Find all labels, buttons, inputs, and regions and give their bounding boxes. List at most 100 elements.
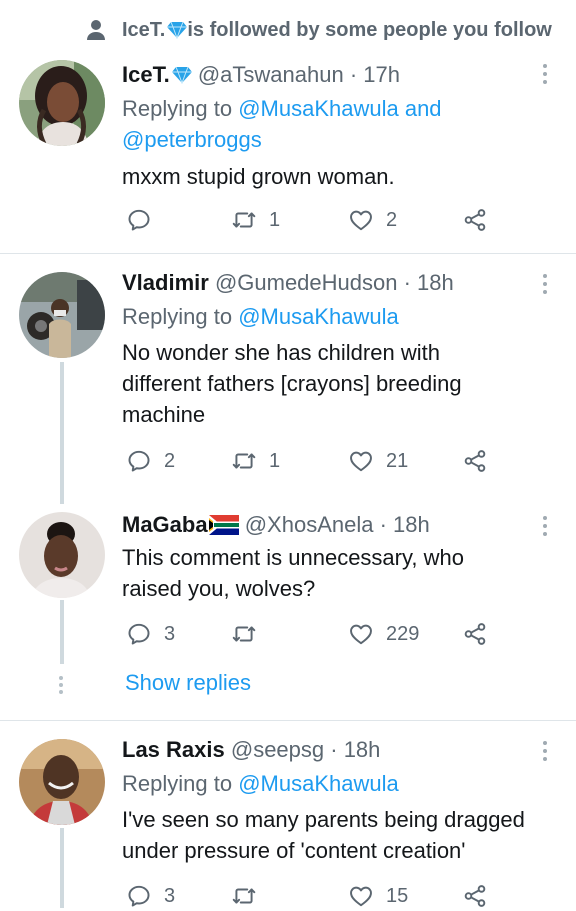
replying-to: Replying to @MusaKhawula xyxy=(122,301,556,332)
timestamp[interactable]: · 18h xyxy=(373,512,430,537)
gem-emoji-icon xyxy=(172,66,192,84)
retweet-button[interactable] xyxy=(231,619,269,649)
timestamp[interactable]: · 18h xyxy=(324,737,380,762)
retweet-count: 1 xyxy=(269,449,281,472)
retweet-icon xyxy=(231,883,257,909)
timestamp[interactable]: · 17h xyxy=(344,62,400,87)
tweet-text: No wonder she has children with differen… xyxy=(122,337,556,430)
like-button[interactable]: 15 xyxy=(348,881,408,911)
like-count: 15 xyxy=(386,884,409,907)
retweet-button[interactable] xyxy=(231,881,269,911)
display-name[interactable]: IceT. xyxy=(122,62,170,87)
avatar[interactable] xyxy=(19,739,105,825)
handle[interactable]: @aTswanahun xyxy=(198,62,344,87)
social-context-name: IceT. xyxy=(122,18,166,41)
thread-line xyxy=(60,600,64,664)
share-button[interactable] xyxy=(462,446,488,476)
tweet-actions: 2 1 21 xyxy=(122,446,502,476)
tweet-text: I've seen so many parents being dragged … xyxy=(122,804,556,866)
social-context-text: is followed by some people you follow xyxy=(187,18,552,41)
more-options-icon[interactable] xyxy=(542,741,548,761)
tweet-text-line: different fathers [crayons] breeding xyxy=(122,371,462,396)
more-options-icon[interactable] xyxy=(542,274,548,294)
thread-line xyxy=(60,828,64,908)
tweet-header: MaGaba @XhosAnela · 18h xyxy=(122,510,556,540)
share-button[interactable] xyxy=(462,205,488,235)
social-context: IceT. is followed by some people you fol… xyxy=(86,16,552,44)
like-icon xyxy=(348,883,374,909)
south-africa-flag-icon xyxy=(208,515,239,535)
display-name[interactable]: Vladimir xyxy=(122,270,209,295)
tweet-text-line: under pressure of 'content creation' xyxy=(122,838,466,863)
mention-link[interactable]: @MusaKhawula xyxy=(238,304,399,329)
like-button[interactable]: 21 xyxy=(348,446,408,476)
more-options-icon[interactable] xyxy=(542,516,548,536)
replying-to: Replying to @MusaKhawula and xyxy=(122,93,556,124)
retweet-count: 1 xyxy=(269,208,281,231)
tweet-header: IceT. @aTswanahun · 17h xyxy=(122,60,556,90)
tweet-text-line: I've seen so many parents being dragged xyxy=(122,807,525,832)
display-name[interactable]: Las Raxis xyxy=(122,737,225,762)
share-button[interactable] xyxy=(462,619,488,649)
retweet-button[interactable]: 1 xyxy=(231,446,280,476)
reply-button[interactable]: 3 xyxy=(126,619,175,649)
like-count: 21 xyxy=(386,449,409,472)
reply-icon xyxy=(126,448,152,474)
like-icon xyxy=(348,621,374,647)
thread-line xyxy=(60,362,64,504)
reply-count: 2 xyxy=(164,449,176,472)
like-icon xyxy=(348,207,374,233)
like-button[interactable]: 229 xyxy=(348,619,419,649)
timestamp[interactable]: · 18h xyxy=(397,270,454,295)
display-name[interactable]: MaGaba xyxy=(122,512,208,537)
replying-to: Replying to @MusaKhawula xyxy=(122,768,556,799)
mention-link[interactable]: @MusaKhawula xyxy=(238,771,399,796)
tweet-text-line: This comment is unnecessary, who xyxy=(122,545,464,570)
retweet-icon xyxy=(231,621,257,647)
reply-button[interactable] xyxy=(126,205,164,235)
tweet-actions: 3 229 xyxy=(122,619,502,649)
reply-button[interactable]: 2 xyxy=(126,446,175,476)
retweet-icon xyxy=(231,207,257,233)
retweet-button[interactable]: 1 xyxy=(231,205,280,235)
avatar[interactable] xyxy=(19,60,105,146)
share-icon xyxy=(462,448,488,474)
avatar[interactable] xyxy=(19,512,105,598)
tweet-actions: 1 2 xyxy=(122,205,502,235)
tweet-text: mxxm stupid grown woman. xyxy=(122,164,395,189)
share-icon xyxy=(462,621,488,647)
tweet-actions: 3 15 xyxy=(122,881,502,911)
mention-link[interactable]: @peterbroggs xyxy=(122,124,556,155)
tweet-header: Vladimir @GumedeHudson · 18h xyxy=(122,268,556,298)
more-options-icon[interactable] xyxy=(542,64,548,84)
tweet-text-line: raised you, wolves? xyxy=(122,576,316,601)
like-count: 2 xyxy=(386,208,398,231)
replying-label: Replying to xyxy=(122,771,239,796)
replying-label: Replying to xyxy=(122,304,239,329)
tweet-text: This comment is unnecessary, who raised … xyxy=(122,542,556,604)
reply-icon xyxy=(126,207,152,233)
mention-link[interactable]: @MusaKhawula xyxy=(238,96,399,121)
gem-emoji-icon xyxy=(167,21,187,39)
handle[interactable]: @GumedeHudson xyxy=(215,270,398,295)
reply-count: 3 xyxy=(164,884,176,907)
handle[interactable]: @XhosAnela xyxy=(245,512,374,537)
like-count: 229 xyxy=(386,622,420,645)
avatar[interactable] xyxy=(19,272,105,358)
reply-count: 3 xyxy=(164,622,176,645)
divider xyxy=(0,253,576,254)
reply-icon xyxy=(126,883,152,909)
divider xyxy=(0,720,576,721)
share-button[interactable] xyxy=(462,881,488,911)
like-button[interactable]: 2 xyxy=(348,205,397,235)
tweet-header: Las Raxis @seepsg · 18h xyxy=(122,735,556,765)
thread-continuation-dots xyxy=(59,676,63,694)
retweet-icon xyxy=(231,448,257,474)
reply-button[interactable]: 3 xyxy=(126,881,175,911)
replying-label: Replying to xyxy=(122,96,239,121)
share-icon xyxy=(462,207,488,233)
share-icon xyxy=(462,883,488,909)
tweet-text-line: machine xyxy=(122,402,206,427)
handle[interactable]: @seepsg xyxy=(231,737,324,762)
show-replies-link[interactable]: Show replies xyxy=(125,670,251,696)
